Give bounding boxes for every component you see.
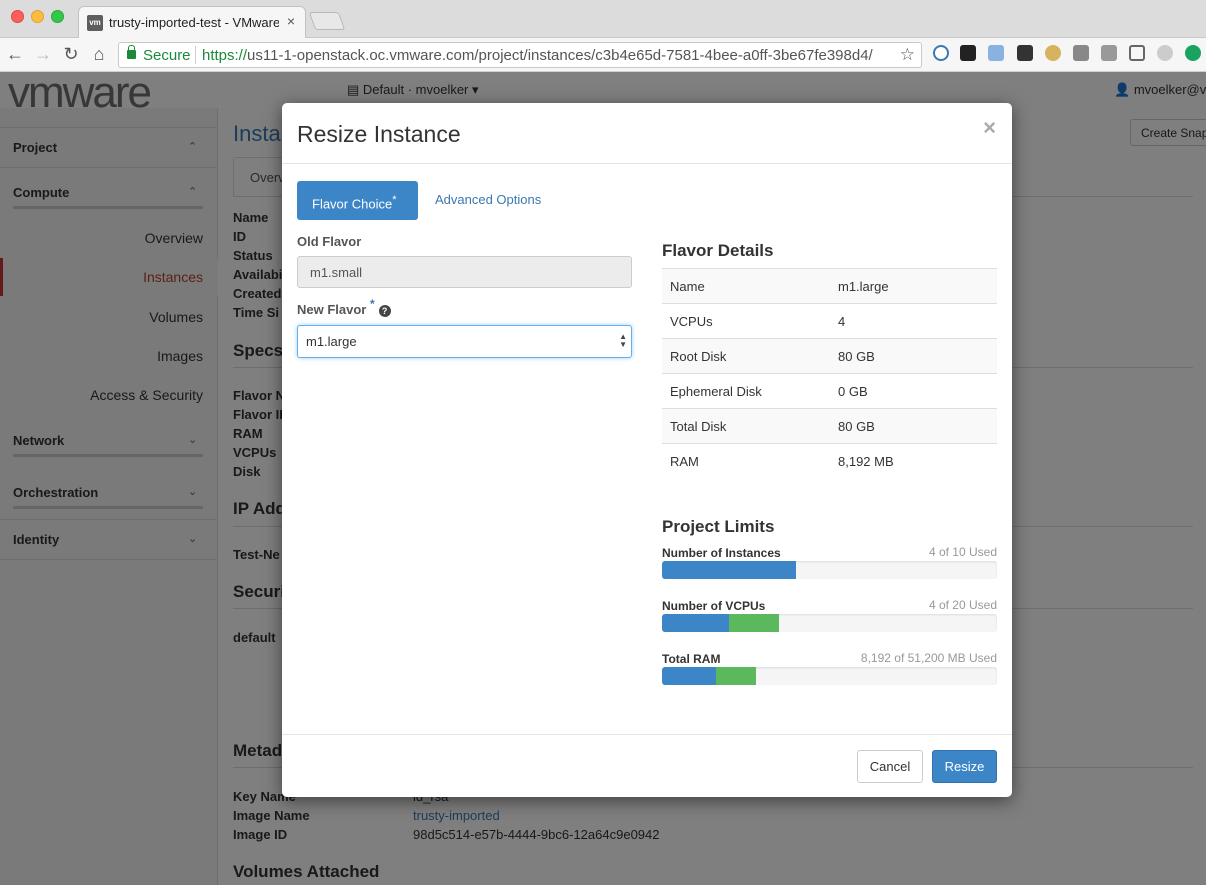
flavor-detail-label: Name xyxy=(662,268,830,304)
table-row: Name m1.large xyxy=(662,268,997,304)
limit-label: Number of Instances xyxy=(662,546,781,560)
new-flavor-select[interactable]: m1.large ▲ ▼ xyxy=(297,325,632,358)
resize-button[interactable]: Resize xyxy=(932,750,997,783)
browser-tabbar: vm trusty-imported-test - VMware × xyxy=(0,0,1206,39)
limit-used-text: 4 of 10 Used xyxy=(928,545,997,559)
flavor-detail-label: Ephemeral Disk xyxy=(662,373,830,409)
cancel-button[interactable]: Cancel xyxy=(857,750,923,783)
new-flavor-label-text: New Flavor xyxy=(297,302,367,317)
extension-skype-icon[interactable] xyxy=(933,45,949,61)
window-minimize-button[interactable] xyxy=(31,10,44,23)
app-root: { "browser": { "tab_title": "trusty-impo… xyxy=(0,0,1206,885)
tab-close-icon[interactable]: × xyxy=(287,13,295,29)
table-row: Ephemeral Disk 0 GB xyxy=(662,373,997,409)
limit-bar-added xyxy=(715,667,756,685)
browser-tab-title: trusty-imported-test - VMware xyxy=(109,15,279,30)
extension-grammarly-icon[interactable] xyxy=(1185,45,1201,61)
limit-progress-bar xyxy=(662,667,997,685)
forward-icon[interactable]: → xyxy=(32,44,54,65)
table-row: VCPUs 4 xyxy=(662,303,997,339)
flavor-detail-label: VCPUs xyxy=(662,303,830,339)
limit-label: Total RAM xyxy=(662,652,721,666)
window-close-button[interactable] xyxy=(11,10,24,23)
modal-title: Resize Instance xyxy=(297,121,461,147)
back-icon[interactable]: ← xyxy=(4,44,26,65)
limit-used-text: 8,192 of 51,200 MB Used xyxy=(860,651,997,665)
limit-progress-bar xyxy=(662,614,997,632)
limit-bar-current xyxy=(662,561,796,579)
address-bar[interactable]: Secure https://us11-1-openstack.oc.vmwar… xyxy=(118,42,922,68)
extension-note-icon[interactable] xyxy=(1073,45,1089,61)
resize-instance-modal: Resize Instance × Flavor Choice* Advance… xyxy=(282,103,1012,797)
new-flavor-label: New Flavor *? xyxy=(297,297,391,317)
browser-tab[interactable]: vm trusty-imported-test - VMware × xyxy=(78,6,306,39)
reload-icon[interactable]: ↻ xyxy=(60,44,82,65)
flavor-detail-label: Root Disk xyxy=(662,338,830,374)
limit-used-text: 4 of 20 Used xyxy=(928,598,997,612)
secure-label: Secure xyxy=(143,47,191,64)
table-row: Total Disk 80 GB xyxy=(662,408,997,444)
flavor-detail-value: m1.large xyxy=(830,268,997,304)
table-row: RAM 8,192 MB xyxy=(662,443,997,479)
required-mark: * xyxy=(369,297,375,311)
url-text: https://us11-1-openstack.oc.vmware.com/p… xyxy=(202,47,873,64)
tab-advanced-options[interactable]: Advanced Options xyxy=(435,192,541,207)
flavor-detail-label: Total Disk xyxy=(662,408,830,444)
new-flavor-selected-value: m1.large xyxy=(306,334,357,349)
tab-flavor-choice[interactable]: Flavor Choice* xyxy=(297,181,418,220)
table-row: Root Disk 80 GB xyxy=(662,338,997,374)
limit-bar-current xyxy=(662,614,729,632)
limit-label: Number of VCPUs xyxy=(662,599,766,613)
limit-progress-bar xyxy=(662,561,997,579)
project-limits-title: Project Limits xyxy=(662,517,775,536)
flavor-detail-value: 80 GB xyxy=(830,338,997,374)
extension-share-icon[interactable] xyxy=(988,45,1004,61)
close-icon[interactable]: × xyxy=(983,115,996,141)
flavor-detail-value: 8,192 MB xyxy=(830,443,997,479)
url-path: /project/instances/c3b4e65d-7581-4bee-a0… xyxy=(474,47,873,64)
limit-bar-added xyxy=(729,614,780,632)
bookmark-star-icon[interactable]: ☆ xyxy=(900,45,915,65)
flavor-details-title: Flavor Details xyxy=(662,241,774,260)
url-scheme: https:// xyxy=(202,47,248,64)
required-mark: * xyxy=(392,194,397,206)
limit-bar-current xyxy=(662,667,716,685)
help-icon[interactable]: ? xyxy=(378,304,391,317)
old-flavor-field: m1.small xyxy=(297,256,632,288)
extension-k-icon[interactable] xyxy=(1017,45,1033,61)
select-arrows-icon: ▲ ▼ xyxy=(619,332,627,349)
window-zoom-button[interactable] xyxy=(51,10,64,23)
flavor-detail-label: RAM xyxy=(662,443,830,479)
flavor-detail-value: 4 xyxy=(830,303,997,339)
home-icon[interactable]: ⌂ xyxy=(88,44,110,65)
extension-globe-icon[interactable] xyxy=(1157,45,1173,61)
tab-flavor-choice-label: Flavor Choice xyxy=(312,196,393,212)
url-host: us11-1-openstack.oc.vmware.com xyxy=(247,47,475,64)
new-tab-button[interactable] xyxy=(308,12,346,30)
flavor-detail-value: 80 GB xyxy=(830,408,997,444)
flavor-details-table: Name m1.large VCPUs 4 Root Disk 80 GB Ephem… xyxy=(662,268,997,479)
flavor-detail-value: 0 GB xyxy=(830,373,997,409)
old-flavor-label: Old Flavor xyxy=(297,234,362,249)
vmware-favicon-icon: vm xyxy=(87,15,103,31)
lock-icon xyxy=(127,45,136,59)
extension-shield-icon[interactable] xyxy=(1101,45,1117,61)
extension-person-icon[interactable] xyxy=(1045,45,1061,61)
cast-icon[interactable] xyxy=(1129,45,1145,61)
extension-grid-icon[interactable] xyxy=(960,45,976,61)
